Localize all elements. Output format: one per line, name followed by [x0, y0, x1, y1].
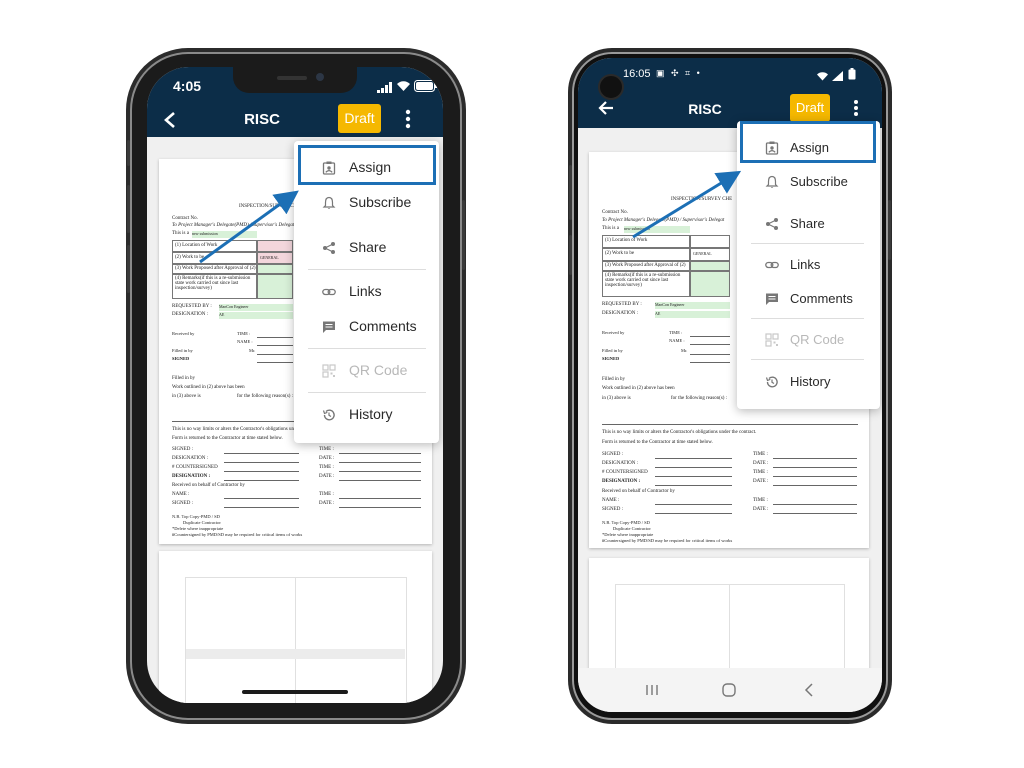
- arrow-to-assign: [632, 170, 742, 239]
- arrow-to-assign: [199, 190, 299, 264]
- annotation-arrows: [199, 170, 742, 264]
